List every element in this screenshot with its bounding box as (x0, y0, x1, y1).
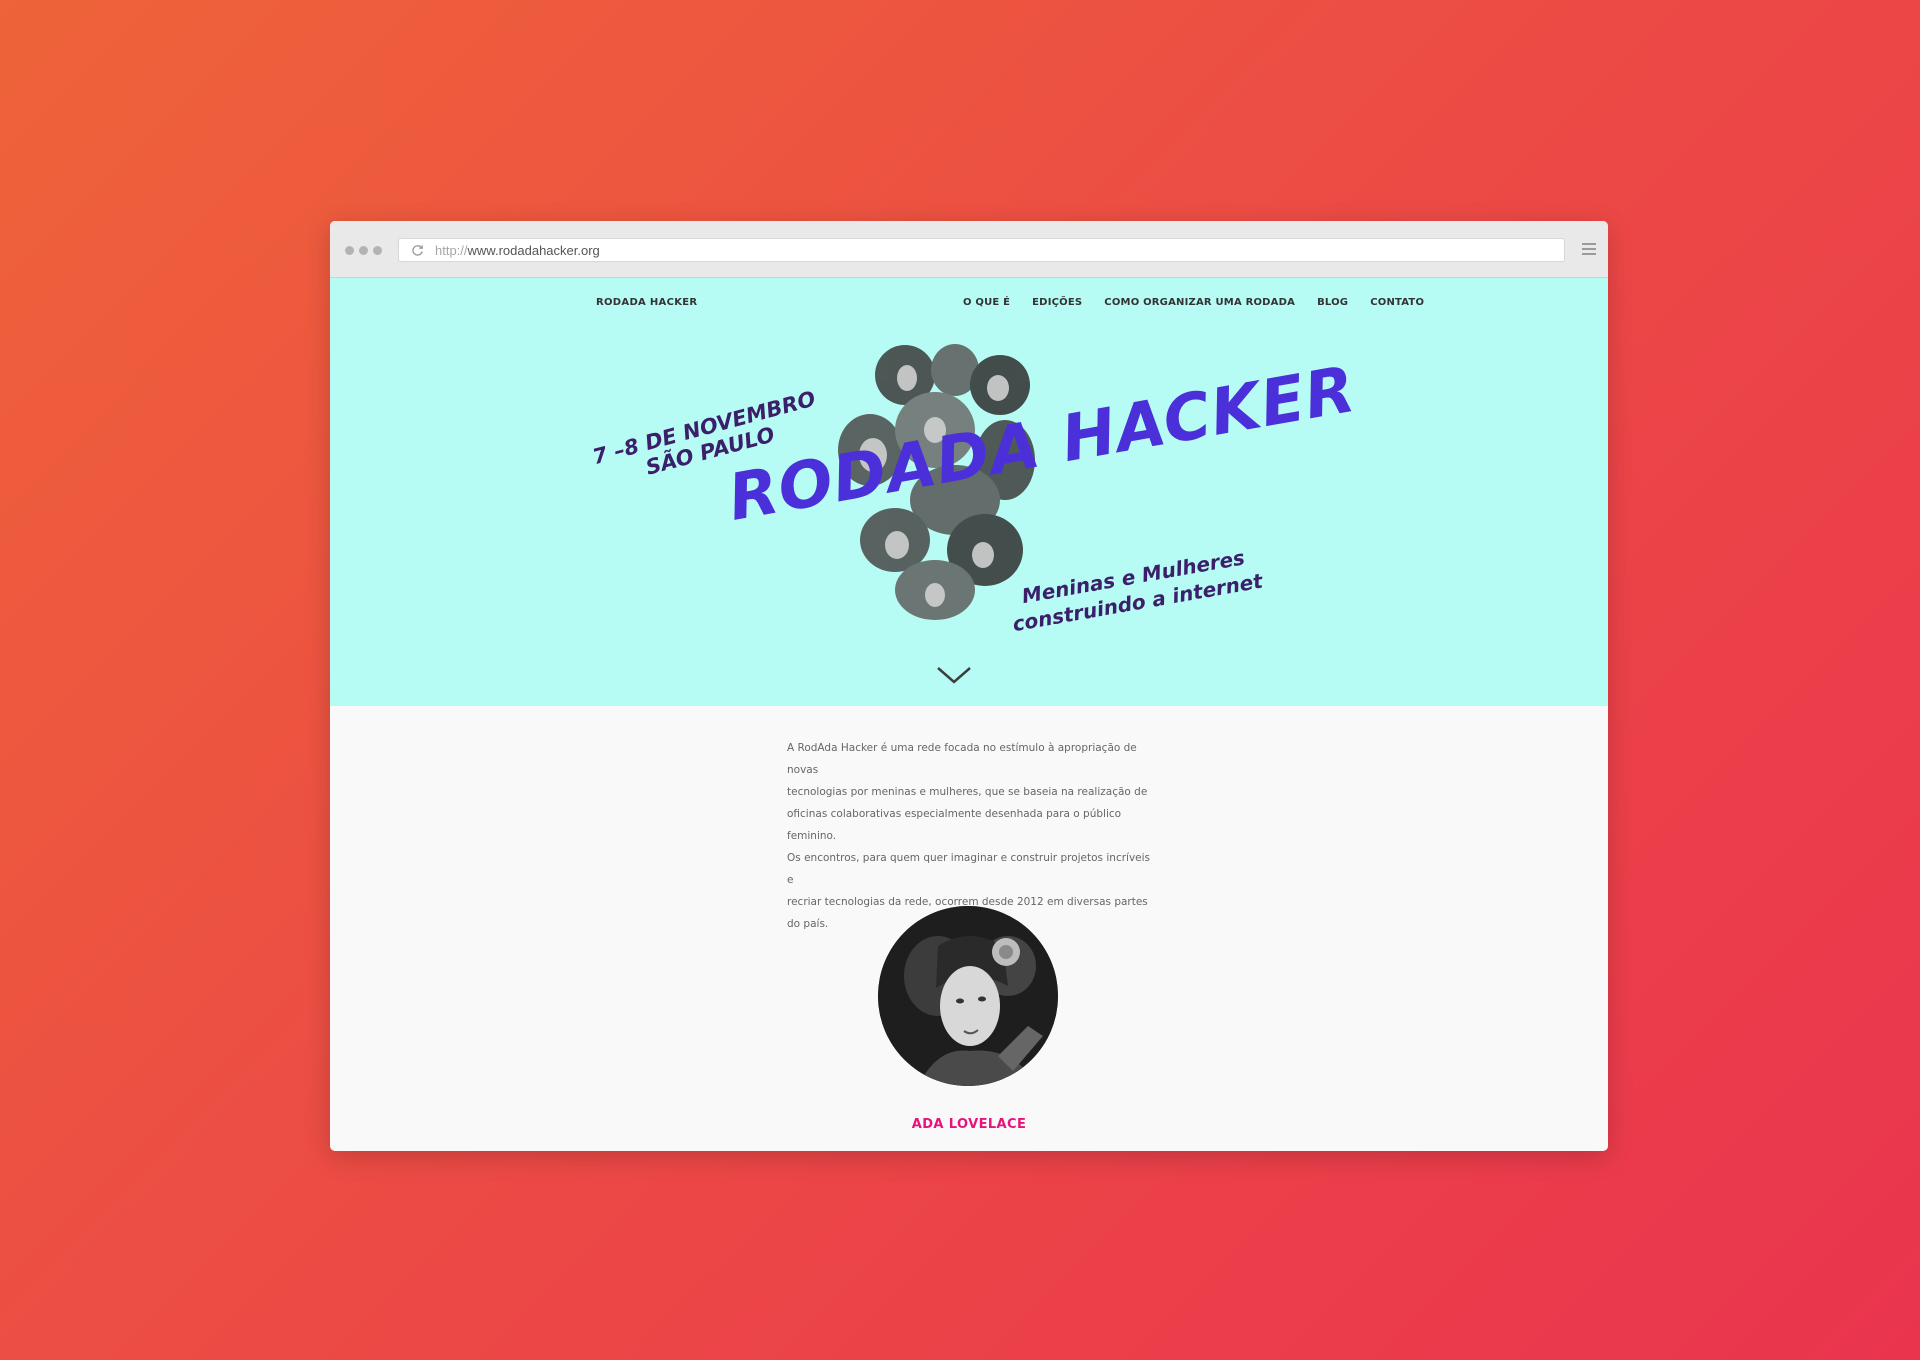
chevron-down-icon[interactable] (936, 665, 972, 685)
featured-name[interactable]: ADA LOVELACE (330, 1117, 1608, 1132)
hero-section: RODADA HACKER O QUE É EDIÇÕES COMO ORGAN… (330, 278, 1608, 706)
nav-item-blog[interactable]: BLOG (1317, 297, 1348, 308)
nav-item-como-organizar[interactable]: COMO ORGANIZAR UMA RODADA (1104, 297, 1295, 308)
address-bar[interactable]: http://www.rodadahacker.org (398, 238, 1565, 262)
portrait-engraving (878, 906, 1058, 1086)
window-controls[interactable] (345, 246, 382, 255)
intro-line: tecnologias por meninas e mulheres, que … (787, 786, 1148, 798)
intro-line: Os encontros, para quem quer imaginar e … (787, 852, 1151, 886)
intro-line: A RodAda Hacker é uma rede focada no est… (787, 742, 1137, 776)
nav-item-edicoes[interactable]: EDIÇÕES (1032, 297, 1082, 308)
nav-item-contato[interactable]: CONTATO (1370, 297, 1424, 308)
minimize-dot[interactable] (359, 246, 368, 255)
reload-icon[interactable] (411, 244, 424, 257)
site-logo-link[interactable]: RODADA HACKER (596, 297, 697, 308)
intro-line: oficinas colaborativas especialmente des… (787, 808, 1122, 842)
browser-window: http://www.rodadahacker.org RODADA HACKE… (330, 221, 1608, 1151)
nav-item-o-que-e[interactable]: O QUE É (963, 297, 1010, 308)
url-domain: www.rodadahacker.org (467, 243, 600, 258)
ada-lovelace-portrait[interactable] (878, 906, 1058, 1086)
hamburger-menu-icon[interactable] (1582, 243, 1596, 256)
maximize-dot[interactable] (373, 246, 382, 255)
main-nav: O QUE É EDIÇÕES COMO ORGANIZAR UMA RODAD… (963, 297, 1424, 308)
close-dot[interactable] (345, 246, 354, 255)
url-text[interactable]: http://www.rodadahacker.org (435, 243, 600, 258)
browser-toolbar: http://www.rodadahacker.org (330, 221, 1608, 278)
url-protocol: http:// (435, 243, 468, 258)
